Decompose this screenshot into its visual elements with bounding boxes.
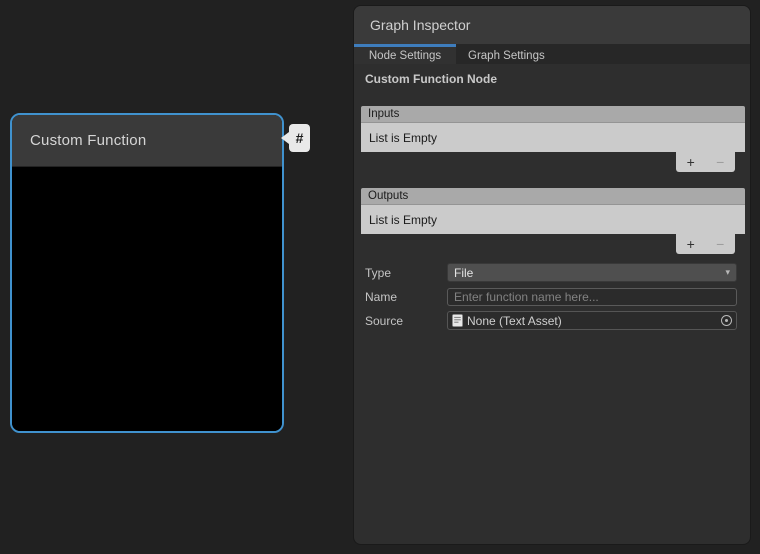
inputs-list: Inputs List is Empty + − [361,106,745,172]
inspector-content: Custom Function Node Inputs List is Empt… [354,64,750,330]
type-dropdown[interactable]: File ▾ [447,263,737,282]
name-label: Name [365,290,447,304]
node-title-bar[interactable]: Custom Function [12,115,282,167]
source-object-value: None (Text Asset) [467,314,562,328]
hash-icon: # [289,124,310,152]
outputs-remove-button[interactable]: − [712,237,728,251]
inspector-title: Graph Inspector [370,17,470,33]
custom-function-node[interactable]: Custom Function [10,113,284,433]
precision-badge: # [281,124,310,152]
name-row: Name [365,287,737,306]
inputs-remove-button[interactable]: − [712,155,728,169]
graph-inspector-panel: Graph Inspector Node Settings Graph Sett… [353,5,751,545]
tab-node-settings[interactable]: Node Settings [354,44,456,64]
outputs-list-footer: + − [676,234,735,254]
property-rows: Type File ▾ Name Source [361,263,745,330]
function-name-input[interactable] [447,288,737,306]
source-row: Source None (Text Asset) [365,311,737,330]
badge-arrow-icon [281,132,289,144]
outputs-list-title: Outputs [368,190,408,202]
node-body [12,167,282,433]
type-label: Type [365,266,447,280]
outputs-list-header: Outputs [361,188,745,205]
source-object-field[interactable]: None (Text Asset) [447,311,737,330]
inputs-empty-row: List is Empty [361,123,745,152]
inputs-list-header: Inputs [361,106,745,123]
type-dropdown-value: File [454,266,473,280]
tab-graph-settings[interactable]: Graph Settings [456,44,557,64]
inspector-tabbar: Node Settings Graph Settings [354,44,750,64]
inspector-header[interactable]: Graph Inspector [354,6,750,44]
node-title: Custom Function [30,132,146,149]
outputs-add-button[interactable]: + [683,237,699,251]
inputs-empty-label: List is Empty [369,131,437,145]
chevron-down-icon: ▾ [725,268,730,277]
node-settings-heading: Custom Function Node [365,72,745,86]
source-label: Source [365,314,447,328]
text-asset-icon [452,314,463,327]
type-row: Type File ▾ [365,263,737,282]
outputs-list: Outputs List is Empty + − [361,188,745,254]
inputs-add-button[interactable]: + [683,155,699,169]
object-picker-icon[interactable] [721,315,732,326]
outputs-empty-label: List is Empty [369,213,437,227]
inputs-list-footer: + − [676,152,735,172]
outputs-empty-row: List is Empty [361,205,745,234]
inputs-list-title: Inputs [368,108,399,120]
